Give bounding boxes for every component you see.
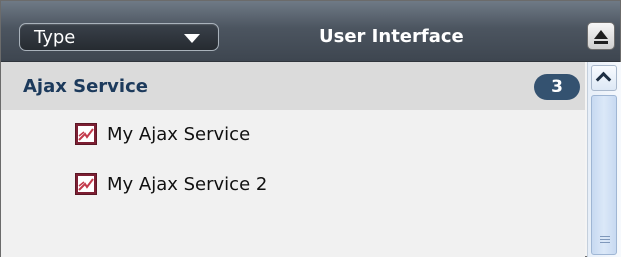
list-item-label: My Ajax Service: [107, 123, 251, 145]
panel-titlebar: Type User Interface: [1, 1, 620, 62]
panel-title: User Interface: [319, 26, 464, 47]
collapse-bar-icon: [594, 41, 608, 44]
list-item-label: My Ajax Service 2: [107, 173, 268, 195]
count-badge: 3: [534, 74, 580, 100]
vertical-scrollbar[interactable]: [587, 62, 621, 257]
user-interface-panel: Type User Interface Ajax Service 3 My Aj…: [0, 0, 621, 257]
chevron-up-icon: [595, 71, 612, 88]
list-item[interactable]: My Ajax Service 2: [75, 171, 267, 197]
ajax-service-icon: [75, 173, 97, 195]
type-dropdown-value: Type: [34, 27, 76, 48]
group-header-ajax-service[interactable]: Ajax Service 3: [1, 62, 585, 110]
collapse-up-icon: [594, 30, 608, 39]
scrollbar-thumb[interactable]: [591, 95, 617, 255]
type-dropdown[interactable]: Type: [19, 23, 219, 51]
group-title: Ajax Service: [23, 76, 148, 97]
ajax-service-icon: [75, 123, 97, 145]
service-list: My Ajax Service My Ajax Service 2: [1, 110, 585, 257]
list-item[interactable]: My Ajax Service: [75, 121, 250, 147]
collapse-button[interactable]: [587, 22, 615, 50]
grip-icon: [600, 236, 610, 246]
chevron-down-icon: [184, 34, 200, 43]
scroll-up-button[interactable]: [591, 65, 617, 91]
